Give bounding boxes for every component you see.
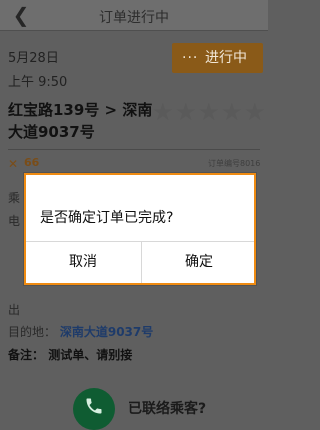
price-value: 66 [24,156,40,169]
destination-line: 目的地： 深南大道9037号 [8,323,153,340]
contact-button[interactable] [73,388,115,430]
status-dots-icon: ··· [182,50,199,66]
star-icon[interactable]: ★ [152,100,174,124]
status-label: 进行中 [205,50,247,66]
remark-value: 测试单、请别接 [48,348,133,362]
background-text: 乘 [8,191,21,205]
order-number: 订单编号8016 [208,159,261,168]
order-date: 5月28日 [8,51,59,66]
star-icon[interactable]: ★ [198,100,220,124]
star-icon[interactable]: ★ [221,100,243,124]
star-icon[interactable]: ★ [175,100,197,124]
dialog-message: 是否确定订单已完成? [40,210,174,226]
contact-question: 已联络乘客? [128,401,207,417]
dialog-footer: 取消 确定 [26,241,254,283]
destination-value: 深南大道9037号 [59,325,154,339]
destination-label: 目的地： [8,325,57,339]
start-address-label: 出 [8,303,21,317]
page-title: 订单进行中 [99,10,169,26]
confirm-button[interactable]: 确定 [142,242,256,283]
price-icon: ✕ [8,157,19,171]
status-button[interactable]: ··· 进行中 [172,43,263,73]
rating-stars[interactable]: ★ ★ ★ ★ ★ [152,100,268,124]
remark-label: 备注： [8,348,45,362]
background-text: 电 [8,214,21,228]
order-time: 上午 9:50 [8,75,68,90]
cancel-button[interactable]: 取消 [26,242,140,283]
divider [8,149,260,150]
star-icon[interactable]: ★ [244,100,266,124]
top-bar: ❮ 订单进行中 [0,0,268,31]
phone-icon [86,398,102,414]
route-text: 红宝路139号 > 深南大道9037号 [8,101,153,141]
remark-line: 备注： 测试单、请别接 [8,346,132,363]
confirm-dialog: 是否确定订单已完成? 取消 确定 [24,173,256,285]
